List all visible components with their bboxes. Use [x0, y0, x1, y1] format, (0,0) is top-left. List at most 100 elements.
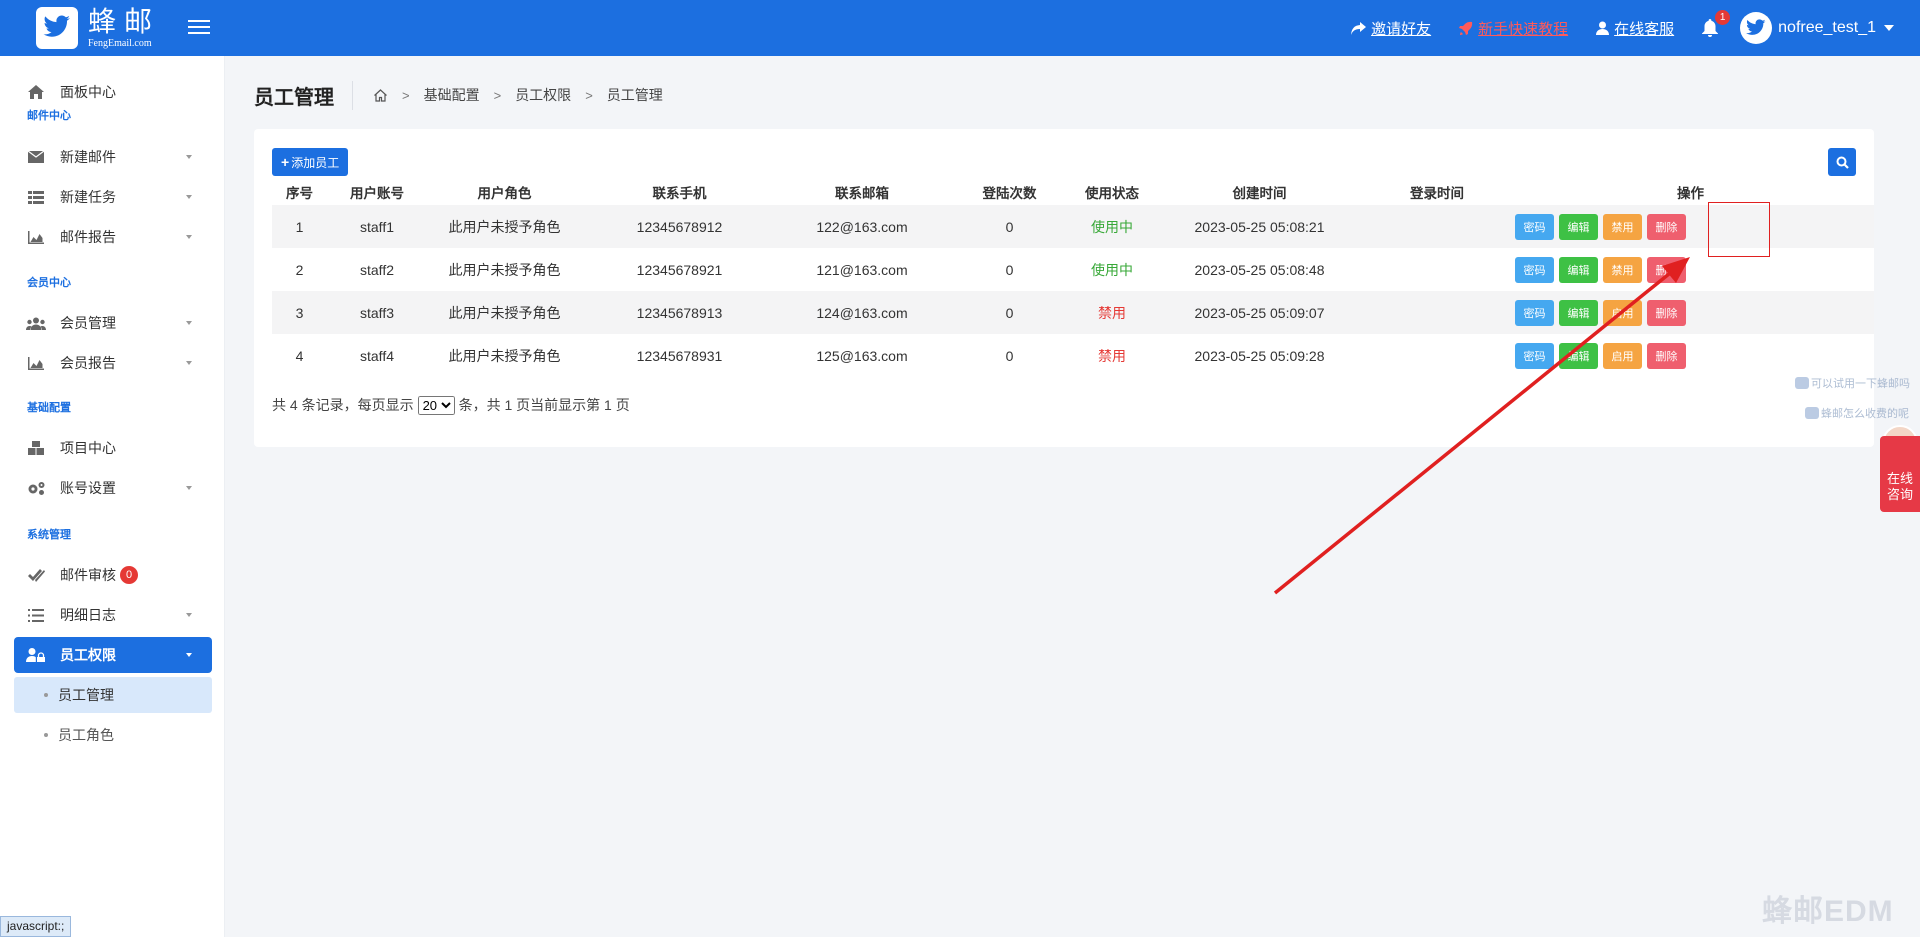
row-number: 2 — [295, 261, 304, 278]
sidebar-label: 账号设置 — [60, 480, 116, 496]
delete-button[interactable]: 删除 — [1647, 213, 1686, 240]
delete-button[interactable]: 删除 — [1647, 256, 1686, 283]
page-size-select[interactable]: 20 — [417, 395, 455, 415]
row-login-time — [1367, 205, 1507, 248]
menu-toggle-icon[interactable] — [188, 16, 210, 40]
password-button[interactable]: 密码 — [1515, 256, 1554, 283]
delete-button[interactable]: 删除 — [1647, 342, 1686, 369]
sidebar-item-staff-permission[interactable]: 员工权限 — [14, 637, 212, 673]
row-login-count: 0 — [1005, 261, 1014, 278]
disable-button[interactable]: 禁用 — [1603, 213, 1642, 240]
sidebar-item-account[interactable]: 账号设置 — [14, 470, 212, 506]
row-created-time: 2023-05-25 05:09:07 — [1152, 291, 1367, 334]
enable-button[interactable]: 启用 — [1603, 342, 1642, 369]
chevron-right-icon: > — [493, 87, 502, 103]
table-row: 4 staff4 此用户未授予角色 12345678931 125@163.com 0 禁用… — [272, 334, 1874, 377]
add-staff-label: 添加员工 — [291, 155, 340, 170]
table-row: 2 staff2 此用户未授予角色 12345678921 121@163.com 0 使用… — [272, 248, 1874, 291]
sidebar-item-log[interactable]: 明细日志 — [14, 597, 212, 633]
row-login-count: 0 — [1005, 347, 1014, 364]
row-role: 此用户未授予角色 — [448, 347, 561, 364]
password-button[interactable]: 密码 — [1515, 299, 1554, 326]
row-actions: 密码 编辑 启用 删除 — [1507, 291, 1874, 334]
table-row: 3 staff3 此用户未授予角色 12345678913 124@163.com 0 禁用… — [272, 291, 1874, 334]
edit-button[interactable]: 编辑 — [1559, 299, 1598, 326]
audit-count-badge: 0 — [120, 566, 138, 584]
sidebar-item-project[interactable]: 项目中心 — [14, 430, 212, 466]
search-icon — [1836, 156, 1849, 169]
chat-tip-text: 蜂邮怎么收费的呢 — [1821, 408, 1909, 420]
user-menu[interactable]: nofree_test_1 — [1740, 12, 1894, 44]
row-created-time: 2023-05-25 05:08:48 — [1194, 261, 1325, 278]
consult-label: 在线咨询 — [1887, 471, 1914, 502]
sidebar-item-new-task[interactable]: 新建任务 — [14, 179, 212, 215]
boxes-icon — [26, 441, 46, 455]
sidebar-item-mail-report[interactable]: 邮件报告 — [14, 219, 212, 255]
pager-suffix: 条，共 1 页当前显示第 1 页 — [458, 397, 630, 413]
row-role: 此用户未授予角色 — [448, 261, 561, 278]
pagination: 共 4 条记录，每页显示 20 条，共 1 页当前显示第 1 页 — [272, 395, 630, 415]
table-row: 1 staff1 此用户未授予角色 12345678912 122@163.com 0 使用… — [272, 205, 1874, 248]
logo-subtitle: FengEmail.com — [88, 37, 152, 49]
service-label: 在线客服 — [1614, 20, 1675, 38]
page-header: 员工管理 > 基础配置 > 员工权限 > 员工管理 — [254, 78, 663, 112]
edit-button[interactable]: 编辑 — [1559, 256, 1598, 283]
column-header: 用户账号 — [350, 186, 404, 201]
row-actions: 密码 编辑 禁用 删除 — [1507, 205, 1874, 248]
sidebar-label: 面板中心 — [60, 84, 116, 100]
row-status: 使用中 — [1072, 205, 1152, 248]
sidebar-label: 员工角色 — [58, 727, 114, 743]
page-title: 员工管理 — [254, 80, 353, 110]
row-email: 124@163.com — [777, 291, 947, 334]
service-link[interactable]: 在线客服 — [1596, 18, 1674, 39]
enable-button[interactable]: 启用 — [1603, 299, 1642, 326]
notification-bell[interactable]: 1 — [1702, 10, 1731, 40]
chevron-right-icon: > — [585, 87, 593, 103]
column-header: 序号 — [286, 186, 313, 201]
watermark: 蜂邮EDM — [1762, 895, 1894, 928]
staff-table: 序号 用户账号 用户角色 联系手机 联系邮箱 登陆次数 使用状态 创建时间 登录… — [272, 179, 1874, 377]
column-header: 用户角色 — [477, 186, 532, 201]
row-email: 122@163.com — [777, 205, 947, 248]
delete-button[interactable]: 删除 — [1647, 299, 1686, 326]
sidebar-label: 新建任务 — [60, 189, 116, 205]
breadcrumb-item[interactable]: 基础配置 — [424, 85, 480, 105]
sidebar-item-audit[interactable]: 邮件审核 0 — [14, 557, 212, 593]
browser-status-tip: javascript:; — [0, 916, 72, 937]
column-header: 联系手机 — [652, 186, 707, 201]
rocket-icon — [1459, 21, 1473, 35]
breadcrumb-item[interactable]: 员工权限 — [515, 85, 571, 105]
row-number: 3 — [272, 291, 327, 334]
search-button[interactable] — [1828, 148, 1856, 176]
sidebar-label: 项目中心 — [60, 440, 116, 456]
chat-tip-2[interactable]: 蜂邮怎么收费的呢 — [1805, 405, 1909, 421]
row-status: 禁用 — [1098, 347, 1126, 364]
tutorial-link[interactable]: 新手快速教程 — [1459, 18, 1568, 39]
disable-button[interactable]: 禁用 — [1603, 256, 1642, 283]
add-staff-button[interactable]: + 添加员工 — [272, 148, 349, 176]
invite-link[interactable]: 邀请好友 — [1351, 18, 1431, 39]
chat-tip-1[interactable]: 可以试用一下蜂邮吗 — [1795, 375, 1910, 391]
edit-button[interactable]: 编辑 — [1559, 342, 1598, 369]
sidebar-item-member-report[interactable]: 会员报告 — [14, 345, 212, 381]
row-number: 4 — [295, 347, 304, 364]
sidebar-item-dashboard[interactable]: 面板中心 — [14, 74, 212, 110]
password-button[interactable]: 密码 — [1515, 342, 1554, 369]
row-phone: 12345678913 — [582, 291, 777, 334]
sidebar-item-member-mgmt[interactable]: 会员管理 — [14, 305, 212, 341]
annotation-highlight-box — [1708, 202, 1770, 257]
sidebar-item-new-mail[interactable]: 新建邮件 — [14, 139, 212, 175]
row-status: 使用中 — [1091, 261, 1133, 278]
logo-title: 蜂邮 — [88, 4, 161, 38]
password-button[interactable]: 密码 — [1515, 213, 1554, 240]
column-header: 登陆次数 — [982, 186, 1037, 201]
chevron-right-icon: > — [402, 87, 410, 103]
sidebar-label: 新建邮件 — [60, 149, 116, 165]
column-header: 登录时间 — [1410, 186, 1464, 201]
home-icon[interactable] — [373, 88, 388, 102]
sidebar-subitem-staff-role[interactable]: 员工角色 — [14, 717, 212, 753]
chat-bubble-icon — [1805, 407, 1819, 419]
sidebar-subitem-staff-mgmt[interactable]: 员工管理 — [14, 677, 212, 713]
edit-button[interactable]: 编辑 — [1559, 213, 1598, 240]
online-consult-button[interactable]: 在线咨询 — [1880, 436, 1920, 512]
